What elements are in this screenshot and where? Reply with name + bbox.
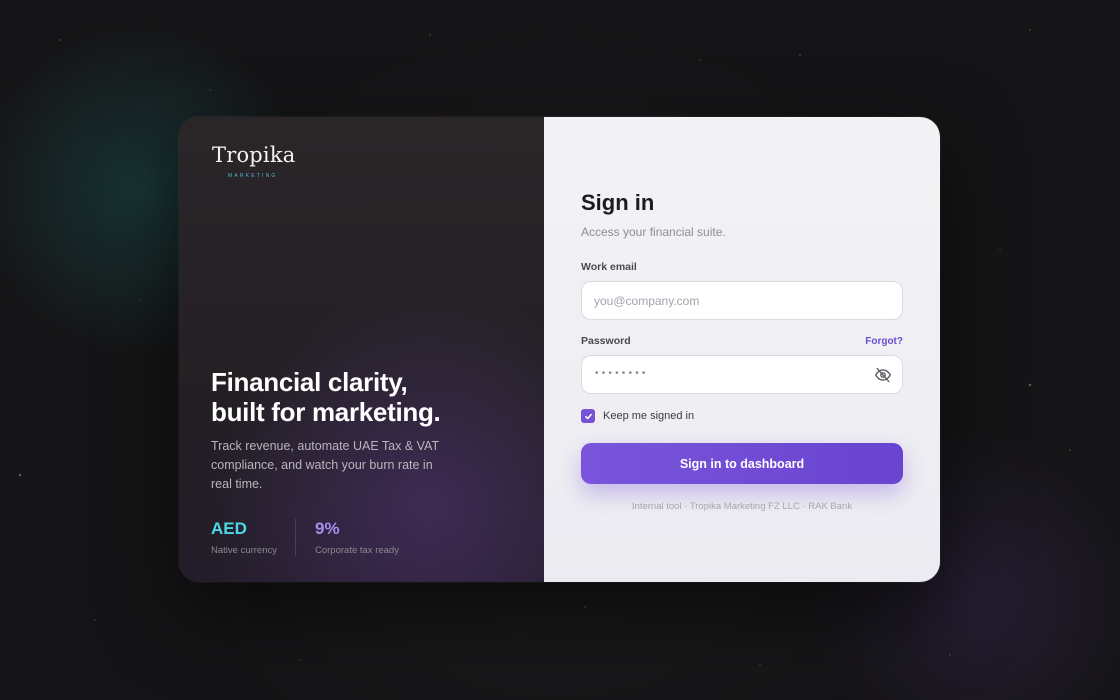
email-label: Work email <box>581 261 637 273</box>
signin-subtitle: Access your financial suite. <box>581 225 726 239</box>
login-card: Tropika MARKETING Financial clarity, bui… <box>179 117 940 582</box>
signin-form: Sign in Access your financial suite. Wor… <box>581 190 903 512</box>
eye-off-icon[interactable] <box>874 367 892 383</box>
footer-note: Internal tool · Tropika Marketing FZ LLC… <box>631 501 853 512</box>
signin-title: Sign in <box>581 190 655 215</box>
stat-value: 9% <box>315 519 340 538</box>
stats-row: AED Native currency 9% Corporate tax rea… <box>211 519 521 556</box>
check-icon <box>584 413 592 419</box>
hero-section: Financial clarity, built for marketing. … <box>211 367 521 556</box>
brand-tagline: MARKETING <box>228 173 278 179</box>
stat-tax: 9% Corporate tax ready <box>295 519 417 556</box>
email-field-wrapper <box>581 281 903 320</box>
stat-label: Corporate tax ready <box>315 545 399 556</box>
signin-panel: Sign in Access your financial suite. Wor… <box>544 117 940 582</box>
brand-logo: Tropika MARKETING <box>212 143 296 180</box>
remember-me-label[interactable]: Keep me signed in <box>603 410 694 422</box>
password-field-wrapper[interactable]: •••••••• <box>581 355 903 394</box>
headline-line-1: Financial clarity, <box>211 367 408 397</box>
hero-description: Track revenue, automate UAE Tax & VAT co… <box>211 439 439 491</box>
email-field[interactable] <box>582 282 902 319</box>
password-field[interactable]: •••••••• <box>595 368 649 379</box>
brand-panel: Tropika MARKETING Financial clarity, bui… <box>179 117 544 582</box>
password-label: Password <box>581 335 631 347</box>
brand-name: Tropika <box>212 143 296 167</box>
sign-in-button[interactable]: Sign in to dashboard <box>581 443 903 484</box>
stat-currency: AED Native currency <box>211 519 295 556</box>
forgot-password-link[interactable]: Forgot? <box>865 336 903 347</box>
headline-line-2: built for marketing. <box>211 397 441 427</box>
stat-label: Native currency <box>211 545 277 556</box>
remember-me-row: Keep me signed in <box>581 409 903 423</box>
stat-value: AED <box>211 519 247 538</box>
password-label-row: Password Forgot? <box>581 335 903 347</box>
hero-headline: Financial clarity, built for marketing. <box>211 367 521 427</box>
remember-me-checkbox[interactable] <box>581 409 595 423</box>
